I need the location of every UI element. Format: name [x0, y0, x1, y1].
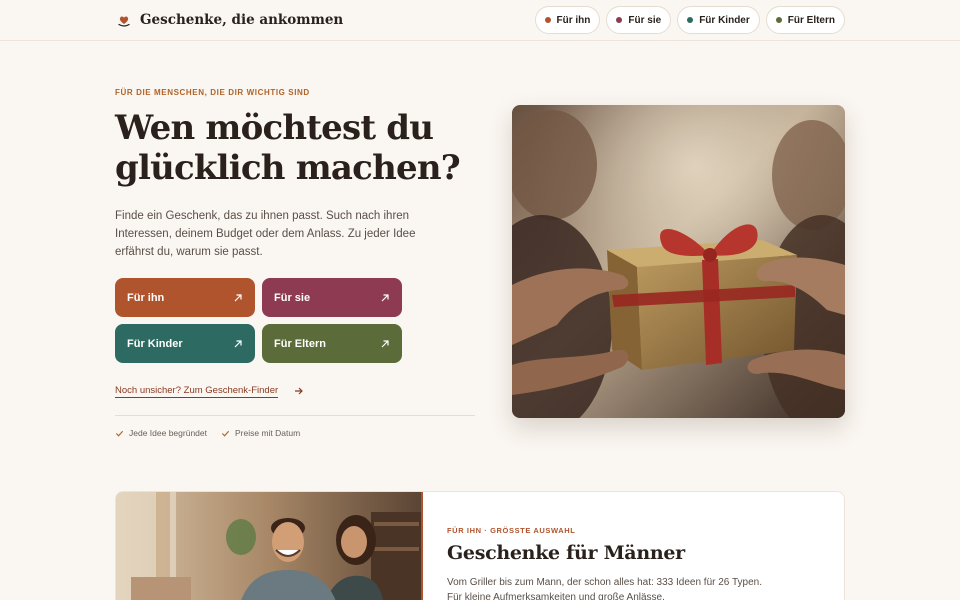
hero-title: Wen möchtest du glücklich machen?: [115, 108, 495, 188]
cta-fuer-ihn[interactable]: Für ihn: [115, 278, 255, 317]
arrow-up-right-icon: [234, 293, 242, 301]
nav-item-fuer-kinder[interactable]: Für Kinder: [677, 6, 760, 34]
couple-illustration: [116, 492, 422, 600]
nav-item-fuer-ihn[interactable]: Für ihn: [534, 6, 601, 34]
hero-title-line-2: glücklich machen?: [115, 148, 461, 188]
check-item: Preise mit Datum: [221, 428, 300, 438]
checkmark-icon: [221, 430, 230, 437]
brand-logo[interactable]: Geschenke, die ankommen: [116, 12, 343, 28]
check-label: Jede Idee begründet: [129, 428, 207, 438]
nav-item-label: Für sie: [628, 14, 662, 26]
check-label: Preise mit Datum: [234, 428, 301, 438]
check-item: Jede Idee begründet: [115, 428, 207, 438]
card-eyebrow: FÜR IHN · GRÖSSTE AUSWAHL: [447, 526, 576, 535]
nav-item-label: Für Eltern: [787, 14, 835, 26]
dot-icon: [544, 17, 551, 23]
nav-item-label: Für ihn: [556, 14, 591, 26]
nav-item-fuer-eltern[interactable]: Für Eltern: [765, 6, 845, 34]
arrow-up-right-icon: [381, 293, 389, 301]
arrow-up-right-icon: [381, 339, 389, 347]
brand-name: Geschenke, die ankommen: [140, 12, 344, 28]
cta-label: Für Kinder: [127, 337, 183, 350]
dot-icon: [616, 17, 623, 23]
checkmark-icon: [115, 430, 124, 437]
gift-heart-icon: [118, 16, 130, 27]
arrow-up-right-icon: [234, 339, 242, 347]
card-accent-bar: [421, 492, 423, 600]
site-header: Geschenke, die ankommen Für ihn Für sie …: [0, 0, 960, 41]
hero-intro: Finde ein Geschenk, das zu ihnen passt. …: [115, 210, 416, 258]
gift-finder-link[interactable]: Noch unsicher? Zum Geschenk-Finder: [115, 385, 279, 398]
main-nav: Für ihn Für sie Für Kinder Für Eltern: [534, 6, 845, 34]
hero-gift-photo: [512, 105, 845, 418]
dot-icon: [687, 17, 694, 23]
gift-exchange-illustration: [512, 105, 845, 418]
hero-eyebrow: FÜR DIE MENSCHEN, DIE DIR WICHTIG SIND: [115, 88, 310, 97]
divider: [115, 415, 475, 416]
nav-item-label: Für Kinder: [699, 14, 750, 26]
cta-fuer-kinder[interactable]: Für Kinder: [115, 324, 255, 363]
cta-label: Für sie: [274, 291, 311, 304]
cta-label: Für Eltern: [274, 337, 326, 350]
hero-title-line-1: Wen möchtest du: [115, 108, 434, 148]
nav-item-fuer-sie[interactable]: Für sie: [606, 6, 672, 34]
dot-icon: [775, 17, 782, 23]
card-description: Vom Griller bis zum Mann, der schon alle…: [447, 577, 762, 600]
category-buttons: Für ihn Für sie Für Kinder Für Eltern: [115, 278, 402, 363]
card-title: Geschenke für Männer: [447, 542, 685, 564]
cta-fuer-eltern[interactable]: Für Eltern: [262, 324, 402, 363]
arrow-right-icon: [295, 387, 303, 395]
cta-label: Für ihn: [127, 291, 165, 304]
trust-checks: Jede Idee begründet Preise mit Datum: [115, 428, 300, 438]
couple-photo: [116, 492, 422, 600]
cta-fuer-sie[interactable]: Für sie: [262, 278, 402, 317]
category-card-maenner[interactable]: FÜR IHN · GRÖSSTE AUSWAHL Geschenke für …: [115, 491, 845, 600]
